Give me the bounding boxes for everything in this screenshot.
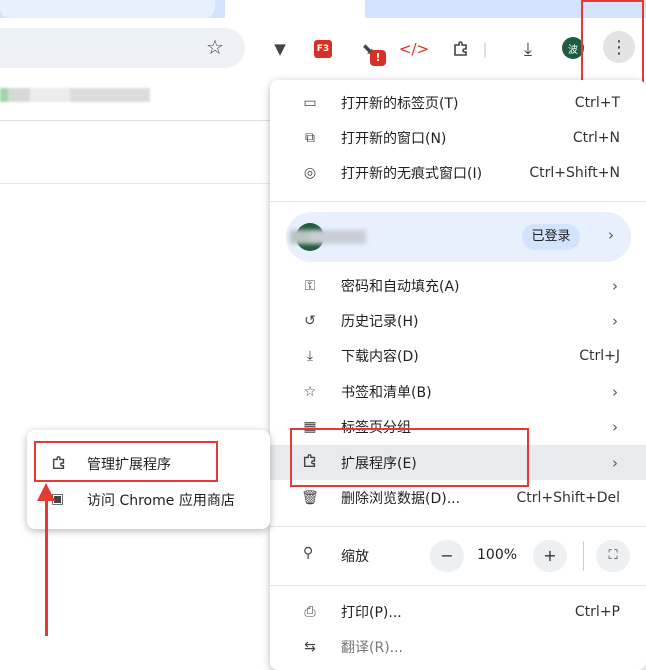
menu-item-downloads[interactable]: ⤓ 下载内容(D) Ctrl+J	[270, 338, 646, 373]
extensions-item-highlight	[290, 428, 529, 487]
history-icon: ↺	[304, 312, 316, 329]
menu-item-passwords[interactable]: ⚿ 密码和自动填充(A) ›	[270, 268, 646, 303]
divider	[0, 120, 275, 121]
download-icon: ⤓	[306, 347, 314, 364]
submenu-label: 访问 Chrome 应用商店	[87, 493, 235, 509]
menu-divider	[270, 585, 646, 586]
zoom-level: 100%	[477, 547, 518, 563]
chevron-right-icon: ›	[608, 226, 614, 244]
fullscreen-button[interactable]: ⛶	[596, 540, 630, 572]
menu-shortcut: Ctrl+N	[572, 129, 620, 146]
menu-label: 删除浏览数据(D)...	[341, 490, 461, 507]
bookmark-star-icon[interactable]: ☆	[206, 35, 224, 59]
extensions-puzzle-icon[interactable]	[449, 37, 473, 61]
bookmark-bar-blurred	[0, 88, 150, 102]
menu-item-bookmarks[interactable]: ☆ 书签和清单(B) ›	[270, 374, 646, 409]
chrome-main-menu: ▭ 打开新的标签页(T) Ctrl+T ⧉ 打开新的窗口(N) Ctrl+N ◎…	[270, 80, 646, 670]
menu-item-incognito[interactable]: ◎ 打开新的无痕式窗口(I) Ctrl+Shift+N	[270, 155, 646, 190]
tab-strip	[0, 0, 646, 18]
chevron-right-icon: ›	[612, 311, 618, 330]
extension-alert-badge: !	[370, 50, 386, 66]
menu-shortcut: Ctrl+P	[574, 603, 620, 620]
menu-item-new-window[interactable]: ⧉ 打开新的窗口(N) Ctrl+N	[270, 120, 646, 155]
menu-label: 打开新的标签页(T)	[341, 95, 459, 112]
incognito-icon: ◎	[303, 164, 317, 181]
star-icon: ☆	[303, 383, 317, 400]
signed-in-badge: 已登录	[522, 224, 580, 250]
menu-label: 历史记录(H)	[341, 313, 419, 330]
zoom-row: ⚲ 缩放 − 100% + ⛶	[270, 535, 646, 575]
menu-shortcut: Ctrl+Shift+N	[529, 164, 620, 181]
divider	[0, 183, 275, 184]
zoom-label: 缩放	[341, 549, 369, 565]
chevron-right-icon: ›	[612, 382, 618, 401]
f3-extension-icon[interactable]: F3	[311, 37, 335, 61]
menu-divider	[270, 201, 646, 202]
trash-icon: 🗑	[301, 489, 319, 506]
download-icon[interactable]: ⤓	[516, 37, 540, 61]
menu-label: 密码和自动填充(A)	[341, 278, 460, 295]
new-window-icon: ⧉	[305, 129, 315, 146]
zoom-divider	[583, 541, 584, 571]
menu-label: 下载内容(D)	[341, 348, 419, 365]
profile-row[interactable]: 已登录 ›	[286, 212, 631, 262]
manage-extensions-highlight	[34, 441, 218, 482]
menu-item-new-tab[interactable]: ▭ 打开新的标签页(T) Ctrl+T	[270, 85, 646, 120]
zoom-in-button[interactable]: +	[533, 540, 567, 572]
menu-label: 书签和清单(B)	[341, 384, 432, 401]
toolbar: ☆ ▼ F3 ⬊ </> | ⤓	[0, 18, 646, 76]
menu-label: 翻译(R)...	[341, 639, 404, 656]
menu-label: 打开新的窗口(N)	[341, 130, 447, 147]
tab-active[interactable]	[225, 0, 365, 18]
tab-inactive[interactable]	[0, 0, 215, 18]
key-icon: ⚿	[304, 277, 316, 294]
vimeo-extension-icon[interactable]: ▼	[268, 37, 292, 61]
menu-item-print[interactable]: ⎙ 打印(P)... Ctrl+P	[270, 594, 646, 629]
zoom-magnifier-icon: ⚲	[303, 545, 314, 561]
profile-name-blurred	[290, 230, 366, 244]
printer-icon: ⎙	[304, 603, 316, 620]
annotation-arrow	[45, 496, 48, 636]
f3-label: F3	[314, 40, 332, 58]
toolbar-divider: |	[482, 40, 488, 58]
menu-shortcut: Ctrl+T	[574, 94, 620, 111]
menu-item-translate[interactable]: ⇆ 翻译(R)...	[270, 629, 646, 664]
chevron-right-icon: ›	[612, 417, 618, 436]
menu-shortcut: Ctrl+Shift+Del	[516, 489, 620, 506]
menu-item-history[interactable]: ↺ 历史记录(H) ›	[270, 303, 646, 338]
menu-divider	[270, 526, 646, 527]
chevron-right-icon: ›	[612, 453, 618, 472]
menu-shortcut: Ctrl+J	[579, 347, 620, 364]
menu-label: 打开新的无痕式窗口(I)	[341, 165, 483, 182]
submenu-item-chrome-web-store[interactable]: ▣ 访问 Chrome 应用商店	[27, 482, 270, 516]
menu-button-highlight	[581, 0, 644, 88]
chevron-right-icon: ›	[612, 276, 618, 295]
zoom-out-button[interactable]: −	[430, 540, 464, 572]
code-extension-icon[interactable]: </>	[399, 37, 429, 61]
menu-label: 打印(P)...	[341, 604, 402, 621]
translate-icon: ⇆	[304, 638, 316, 655]
new-tab-icon: ▭	[303, 94, 317, 111]
